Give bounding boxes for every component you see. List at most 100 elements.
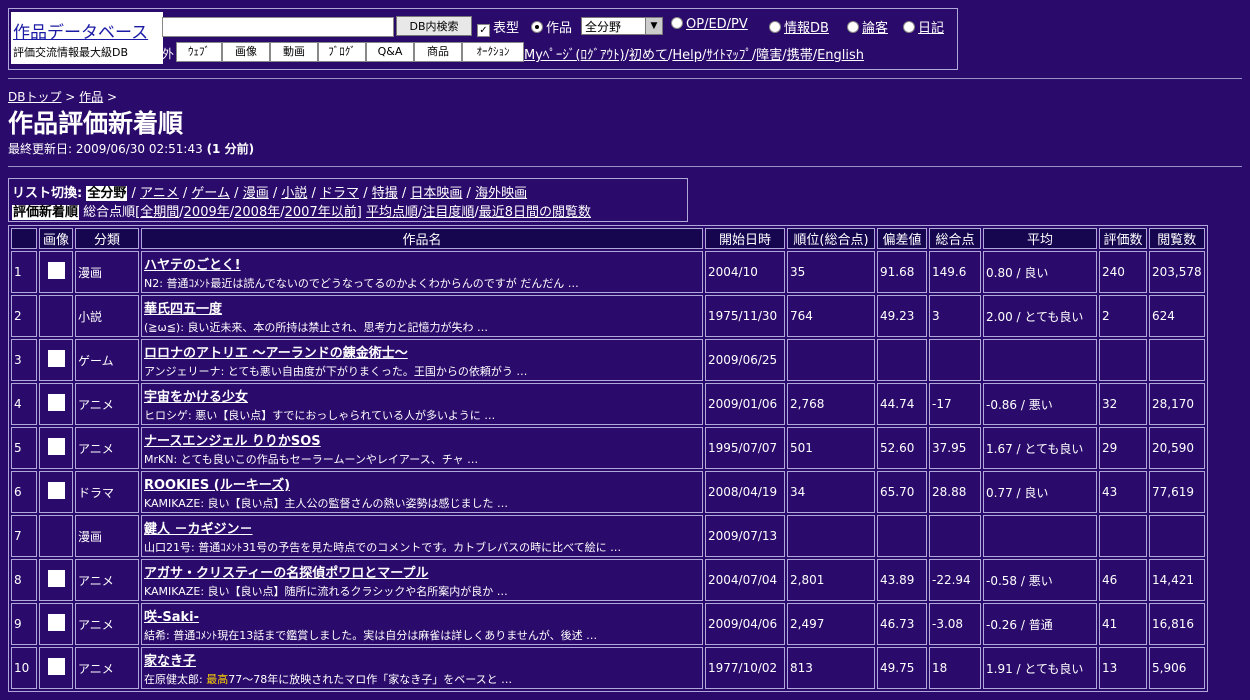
logo-title[interactable]: 作品データベース <box>13 18 148 43</box>
col-header-rank: 順位(総合点) <box>787 228 875 249</box>
search-button[interactable]: DB内検索 <box>396 16 472 36</box>
list-switch-label: リスト切換: <box>12 186 83 201</box>
link-trouble[interactable]: 障害 <box>756 48 782 63</box>
opt-review-radio[interactable]: 論客 <box>847 17 888 36</box>
row-deviation: 65.70 <box>877 471 927 513</box>
work-title-link[interactable]: ハヤテのごとく! <box>144 254 700 273</box>
reviewer-link[interactable]: アンジェリーナ <box>144 365 221 378</box>
reviewer-link[interactable]: KAMIKAZE <box>144 585 200 598</box>
table-row: 1 漫画 ハヤテのごとく! N2: 普通ｺﾒﾝﾄ最近は読んでないのでどうなってるのかよ… <box>11 251 1205 293</box>
tab-video[interactable]: 動画 <box>270 42 318 62</box>
sort-2009[interactable]: 2009年 <box>184 205 230 220</box>
reviewer-link[interactable]: (≧ω≦) <box>144 321 180 334</box>
thumbnail-image[interactable] <box>47 570 65 587</box>
row-views: 20,590 <box>1149 427 1205 469</box>
thumbnail-image[interactable] <box>47 262 65 279</box>
link-help[interactable]: Help <box>672 48 702 63</box>
opt-work-radio[interactable]: 作品 <box>531 17 572 36</box>
table-row: 10 アニメ 家なき子 在原健太郎: 最高77～78年に放映されたマロ作「家なき子」を… <box>11 647 1205 689</box>
sort-2007-before[interactable]: 2007年以前 <box>285 205 357 220</box>
sort-all-period[interactable]: 全期間 <box>140 205 179 220</box>
category-game[interactable]: ゲーム <box>191 186 230 201</box>
work-title-link[interactable]: ROOKIES (ルーキーズ) <box>144 474 700 493</box>
tab-goods[interactable]: 商品 <box>414 42 462 62</box>
work-title-link[interactable]: 華氏四五一度 <box>144 298 700 317</box>
opt-table-checkbox[interactable]: ✓ 表型 <box>477 17 519 37</box>
tab-qa[interactable]: Q&A <box>366 42 414 62</box>
thumbnail-image[interactable] <box>47 394 65 411</box>
category-all[interactable]: 全分野 <box>86 186 128 201</box>
row-category: アニメ <box>75 603 139 645</box>
thumbnail-image[interactable] <box>47 350 65 367</box>
table-row: 3 ゲーム ロロナのアトリエ ～アーランドの錬金術士～ アンジェリーナ: とても悪い自… <box>11 339 1205 381</box>
opt-diary-radio[interactable]: 日記 <box>903 17 944 36</box>
reviewer-link[interactable]: 結希 <box>144 629 166 642</box>
sort-average[interactable]: 平均点順 <box>366 205 418 220</box>
link-english[interactable]: English <box>817 48 864 63</box>
radio-selected-icon <box>531 21 543 33</box>
thumbnail-image[interactable] <box>47 614 65 631</box>
category-select[interactable]: 全分野 ▼ <box>581 17 663 35</box>
link-mobile[interactable]: 携帯 <box>787 48 813 63</box>
category-drama[interactable]: ドラマ <box>320 186 359 201</box>
category-novel[interactable]: 小説 <box>281 186 307 201</box>
review-grade: 良い <box>187 320 210 334</box>
reviewer-link[interactable]: 山口21号 <box>144 541 191 554</box>
reviewer-link[interactable]: MrKN <box>144 453 173 466</box>
row-start-date: 1995/07/07 <box>705 427 785 469</box>
reviewer-link[interactable]: N2 <box>144 277 159 290</box>
row-category: ゲーム <box>75 339 139 381</box>
row-average: 2.00 / とても良い <box>983 295 1097 337</box>
row-image-cell <box>39 515 73 557</box>
sort-newest-review[interactable]: 評価新着順 <box>12 205 80 220</box>
link-beginner[interactable]: 初めて <box>629 48 668 63</box>
category-foreign-film[interactable]: 海外映画 <box>475 186 527 201</box>
row-image-cell <box>39 559 73 601</box>
work-title-link[interactable]: ロロナのアトリエ ～アーランドの錬金術士～ <box>144 342 700 361</box>
review-excerpt: 自由度が下がりまくった。王国からの依頼がう … <box>281 364 528 378</box>
thumbnail-image[interactable] <box>47 482 65 499</box>
category-manga[interactable]: 漫画 <box>243 186 269 201</box>
reviewer-link[interactable]: KAMIKAZE <box>144 497 200 510</box>
reviewer-link[interactable]: ヒロシゲ <box>144 409 188 422</box>
row-average: -0.58 / 悪い <box>983 559 1097 601</box>
link-sitemap[interactable]: ｻｲﾄﾏｯﾌﾟ <box>706 48 752 63</box>
search-input[interactable] <box>162 17 394 37</box>
category-tokusatsu[interactable]: 特撮 <box>372 186 398 201</box>
work-title-link[interactable]: 鍵人 －カギジン－ <box>144 518 700 537</box>
row-category: 漫画 <box>75 515 139 557</box>
tab-image[interactable]: 画像 <box>222 42 270 62</box>
sort-recent-views[interactable]: 最近8日間の閲覧数 <box>479 205 591 220</box>
work-title-link[interactable]: 宇宙をかける少女 <box>144 386 700 405</box>
reviewer-link[interactable]: 在原健太郎 <box>144 673 199 686</box>
work-title-link[interactable]: 家なき子 <box>144 650 700 669</box>
thumbnail-image[interactable] <box>47 658 65 675</box>
col-header-no <box>11 228 37 249</box>
row-rank: 813 <box>787 647 875 689</box>
link-mypage[interactable]: Myﾍﾟｰｼﾞ(ﾛｸﾞｱｳﾄ) <box>524 48 625 63</box>
thumbnail-image[interactable] <box>47 438 65 455</box>
row-total: 149.6 <box>929 251 981 293</box>
row-average: 1.67 / とても良い <box>983 427 1097 469</box>
row-review-count: 46 <box>1099 559 1147 601</box>
row-total <box>929 515 981 557</box>
category-jp-film[interactable]: 日本映画 <box>410 186 462 201</box>
work-title-link[interactable]: アガサ・クリスティーの名探偵ポワロとマープル <box>144 562 700 581</box>
breadcrumb-db-top[interactable]: DBトップ <box>8 90 61 104</box>
latest-review: N2: 普通ｺﾒﾝﾄ最近は読んでないのでどうなってるのかよくわからんのですが だ… <box>144 276 579 290</box>
sort-attention[interactable]: 注目度順 <box>422 205 474 220</box>
work-title-link[interactable]: ナースエンジェル りりかSOS <box>144 430 700 449</box>
breadcrumb-works[interactable]: 作品 <box>79 90 103 104</box>
tab-web[interactable]: ｳｪﾌﾞ <box>176 42 222 62</box>
row-review-count <box>1099 339 1147 381</box>
category-anime[interactable]: アニメ <box>140 186 179 201</box>
row-deviation: 44.74 <box>877 383 927 425</box>
tab-blog[interactable]: ﾌﾞﾛｸﾞ <box>318 42 366 62</box>
opt-oped-radio[interactable]: OP/ED/PV <box>671 17 748 32</box>
opt-info-radio[interactable]: 情報DB <box>769 17 829 36</box>
tab-auction[interactable]: ｵｰｸｼｮﾝ <box>462 42 524 62</box>
sort-2008[interactable]: 2008年 <box>234 205 280 220</box>
logo[interactable]: 作品データベース 評価交流情報最大級DB <box>11 12 163 64</box>
row-category: アニメ <box>75 427 139 469</box>
work-title-link[interactable]: 咲-Saki- <box>144 606 700 625</box>
